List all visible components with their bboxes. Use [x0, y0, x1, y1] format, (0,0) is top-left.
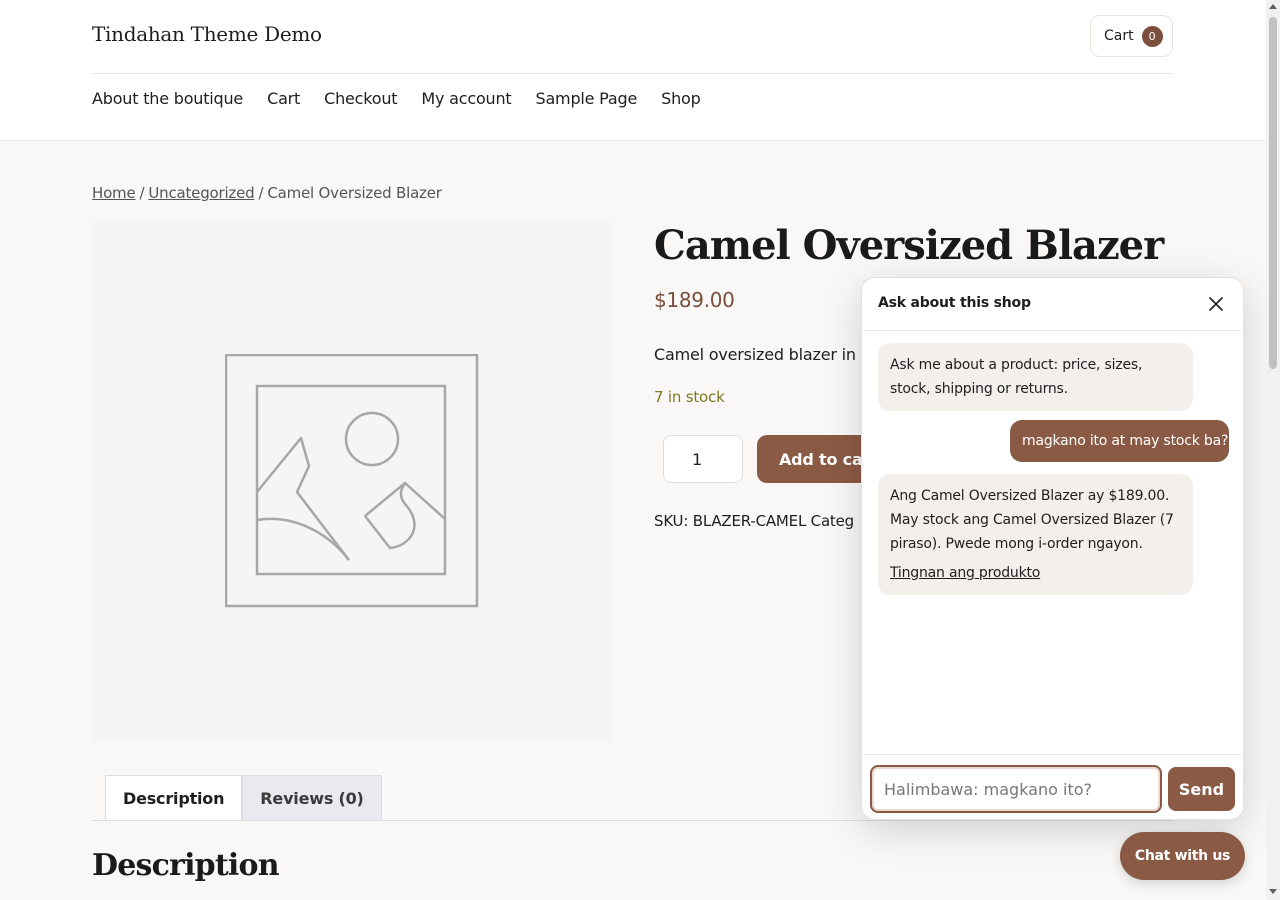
chat-header: Ask about this shop: [862, 278, 1243, 331]
tabs-divider: [92, 820, 1173, 821]
product-meta: SKU: BLAZER-CAMEL Categ: [654, 512, 854, 530]
quantity-input[interactable]: [663, 435, 743, 483]
tab-reviews[interactable]: Reviews (0): [242, 775, 382, 821]
nav-item-shop[interactable]: Shop: [661, 89, 701, 108]
send-button[interactable]: Send: [1168, 767, 1235, 811]
header-cart-button[interactable]: Cart 0: [1090, 15, 1173, 57]
chat-title: Ask about this shop: [878, 295, 1031, 311]
main-nav: About the boutique Cart Checkout My acco…: [92, 89, 701, 108]
product-image[interactable]: [92, 221, 612, 741]
product-short-description: Camel oversized blazer in a: [654, 345, 871, 364]
breadcrumb: Home / Uncategorized / Camel Oversized Blaze…: [92, 184, 442, 202]
nav-item-sample-page[interactable]: Sample Page: [536, 89, 638, 108]
chat-message-user: magkano ito at may stock ba?: [1010, 420, 1229, 462]
description-heading: Description: [92, 848, 280, 883]
chat-panel: Ask about this shop Ask me about a produ…: [861, 277, 1244, 820]
close-icon[interactable]: [1206, 294, 1226, 314]
chat-message-bot: Ang Camel Oversized Blazer ay $189.00. M…: [878, 474, 1193, 595]
breadcrumb-current: Camel Oversized Blazer: [267, 184, 442, 202]
cart-label: Cart: [1104, 28, 1134, 44]
breadcrumb-home[interactable]: Home: [92, 184, 136, 202]
breadcrumb-separator: /: [139, 184, 145, 202]
chat-message-text: Ang Camel Oversized Blazer ay $189.00. M…: [890, 488, 1174, 552]
nav-item-checkout[interactable]: Checkout: [324, 89, 397, 108]
breadcrumb-category[interactable]: Uncategorized: [148, 184, 254, 202]
chat-message-bot: Ask me about a product: price, sizes, st…: [878, 343, 1193, 411]
chat-launcher-button[interactable]: Chat with us: [1120, 832, 1245, 880]
product-tabs: Description Reviews (0): [105, 775, 382, 821]
stock-status: 7 in stock: [654, 388, 725, 406]
scroll-down-arrow-icon[interactable]: [1269, 889, 1277, 894]
site-title[interactable]: Tindahan Theme Demo: [92, 22, 322, 46]
page-scrollbar[interactable]: [1266, 0, 1280, 900]
nav-item-cart[interactable]: Cart: [267, 89, 300, 108]
nav-item-about[interactable]: About the boutique: [92, 89, 243, 108]
product-price: $189.00: [654, 288, 735, 312]
chat-input[interactable]: [870, 765, 1162, 813]
nav-item-my-account[interactable]: My account: [421, 89, 511, 108]
header-divider: [92, 73, 1173, 74]
scroll-thumb[interactable]: [1269, 17, 1277, 369]
breadcrumb-separator: /: [258, 184, 264, 202]
chat-footer: Send: [862, 754, 1243, 819]
image-placeholder-icon: [225, 354, 479, 608]
scroll-up-arrow-icon[interactable]: [1269, 4, 1277, 9]
tab-description[interactable]: Description: [105, 775, 243, 821]
cart-count-badge: 0: [1141, 25, 1163, 47]
view-product-link[interactable]: Tingnan ang produkto: [890, 561, 1181, 585]
site-header: Tindahan Theme Demo Cart 0 About the bou…: [0, 0, 1266, 141]
product-title: Camel Oversized Blazer: [654, 222, 1164, 269]
